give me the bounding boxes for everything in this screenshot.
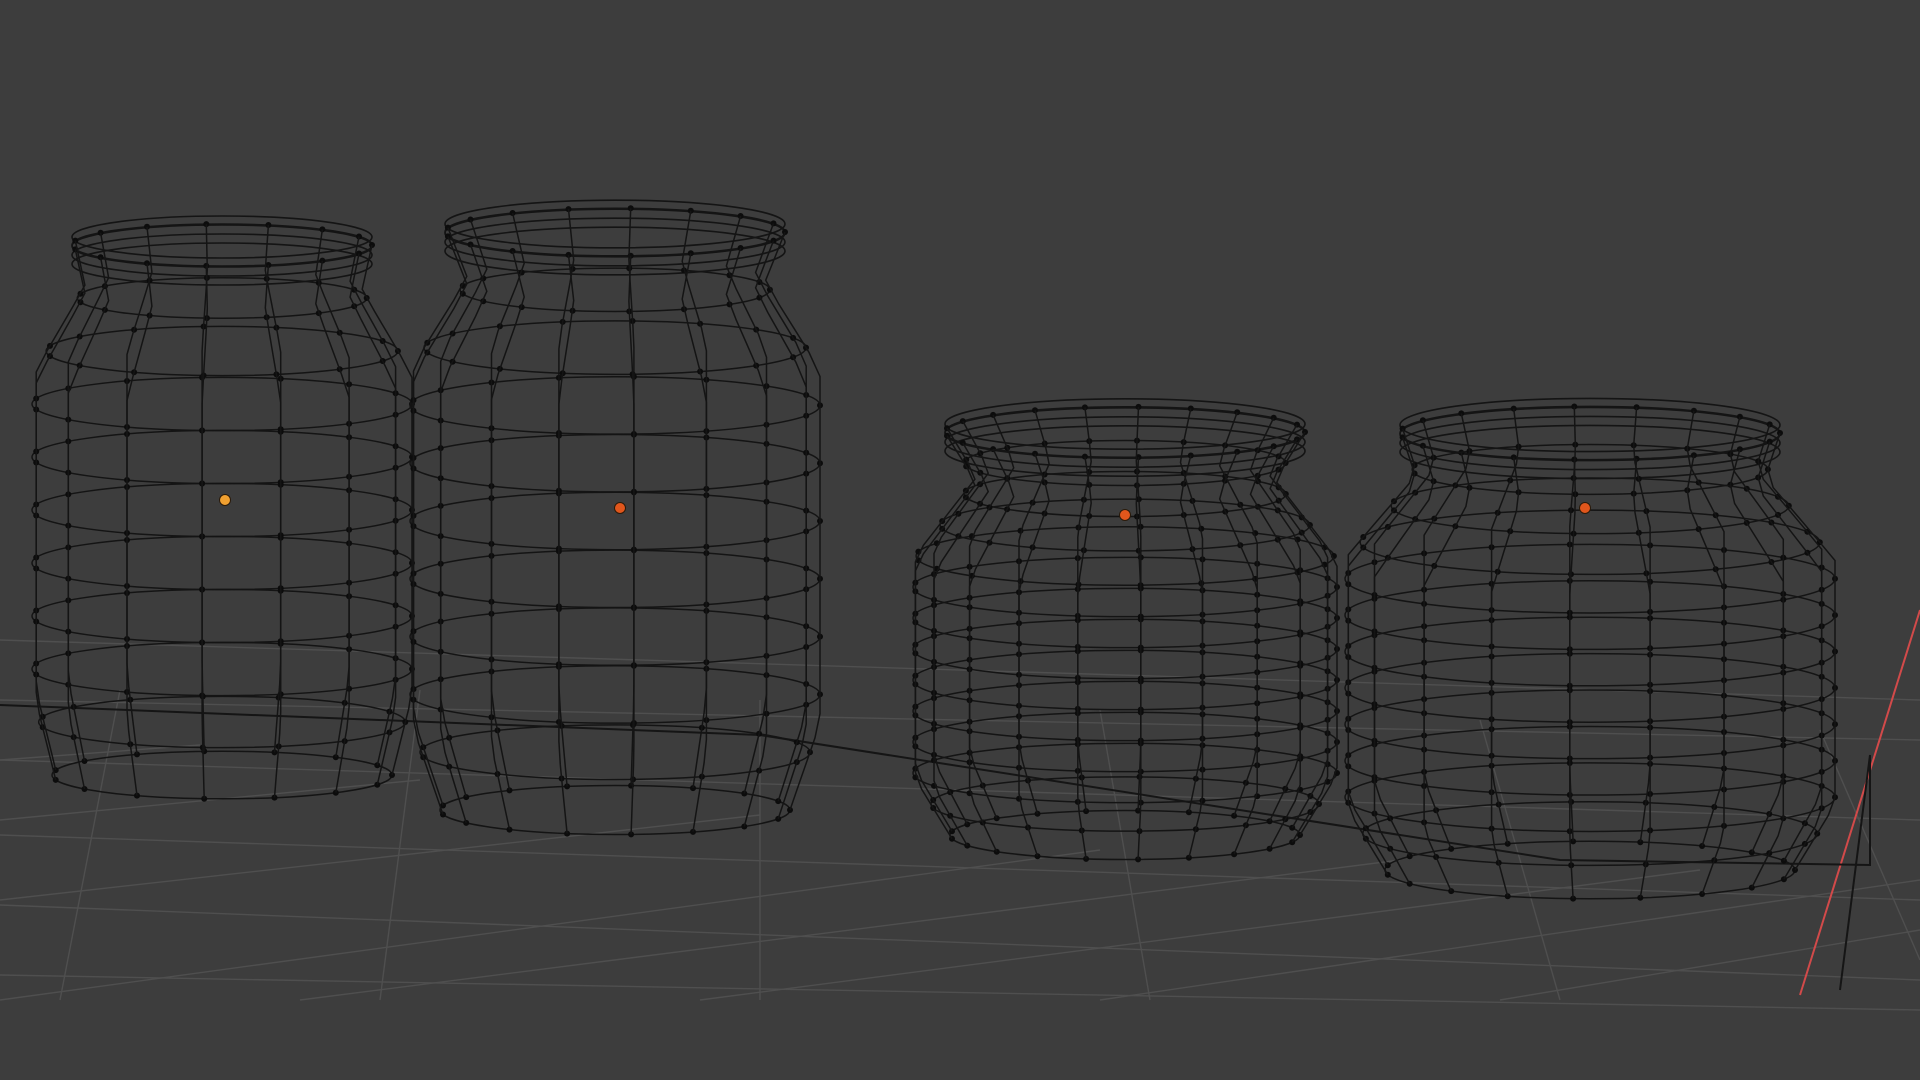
edge-ring [31, 535, 413, 591]
edge-ring [1344, 762, 1836, 833]
rim-ring [71, 215, 373, 259]
rim-ring [71, 242, 373, 286]
object-origin[interactable] [219, 494, 231, 506]
edge-rib [1179, 408, 1204, 813]
grid-line [0, 849, 1101, 1001]
edge-rib [764, 231, 821, 811]
edge-ring [1344, 616, 1836, 687]
edge-rib [1757, 424, 1823, 862]
edge-ring [409, 664, 821, 724]
edge-ring [939, 498, 1311, 552]
edge-ring [409, 375, 821, 435]
edge-rib [264, 224, 282, 753]
jar-4[interactable] [1344, 397, 1838, 902]
rim-ring [444, 217, 786, 267]
edge-rib [1729, 416, 1785, 853]
edge-ring [45, 325, 399, 377]
edge-rib [681, 210, 708, 789]
edge-ring [439, 784, 791, 836]
3d-viewport[interactable] [0, 0, 1920, 1080]
grid-line [0, 779, 421, 821]
edge-ring [409, 549, 821, 609]
edge-rib [1218, 451, 1258, 855]
edge-ring [930, 776, 1320, 832]
jar-2[interactable] [409, 199, 823, 838]
grid-line [1099, 709, 1151, 1001]
viewport-canvas[interactable] [0, 0, 1920, 1080]
floor-grid [0, 639, 1920, 1011]
edge-ring [71, 223, 373, 267]
rim-ring [71, 233, 373, 277]
edge-rib [1018, 409, 1050, 815]
edge-ring [419, 724, 811, 781]
edge-ring [1344, 725, 1836, 796]
edge-rib [754, 240, 807, 820]
edge-ring [915, 526, 1335, 586]
edge-rib [558, 209, 575, 787]
edge-rib [490, 212, 525, 791]
edge-ring [409, 491, 821, 551]
wireframe-objects[interactable] [31, 199, 1838, 902]
edge-ring [912, 680, 1338, 742]
edge-ring [1384, 840, 1796, 900]
rim-ring [1399, 415, 1781, 471]
edge-ring [1344, 580, 1836, 651]
grid-line [379, 689, 421, 1001]
edge-ring [31, 376, 413, 432]
object-origin[interactable] [1579, 502, 1591, 514]
grid-line [1499, 929, 1920, 1001]
edge-rib [558, 254, 575, 834]
edge-ring [444, 207, 786, 257]
edge-rib [264, 264, 282, 798]
edge-ring [31, 588, 413, 644]
edge-ring [912, 711, 1338, 773]
object-origin[interactable] [614, 502, 626, 514]
edge-ring [1362, 801, 1818, 867]
object-origin[interactable] [1119, 509, 1131, 521]
edge-rib [1347, 428, 1416, 866]
edge-ring [1344, 689, 1836, 760]
edge-rib [1018, 453, 1050, 857]
edge-rib [35, 240, 86, 771]
grid-line [699, 869, 1701, 1001]
edge-ring [31, 429, 413, 485]
edge-ring [912, 587, 1338, 649]
edge-ring [1359, 509, 1821, 576]
edge-rib [1686, 410, 1725, 847]
edge-rib [1077, 407, 1092, 812]
edge-rib [1569, 406, 1577, 842]
edge-ring [409, 433, 821, 493]
grid-line [0, 974, 1920, 1011]
edge-rib [1490, 408, 1520, 844]
edge-ring [31, 482, 413, 538]
edge-ring [912, 618, 1338, 680]
edge-ring [76, 276, 368, 320]
edge-ring [912, 742, 1338, 804]
edge-ring [1344, 652, 1836, 723]
edge-rib [349, 236, 397, 766]
edge-ring [31, 641, 413, 697]
grid-line [0, 699, 1920, 741]
edge-rib [126, 226, 153, 755]
edge-rib [681, 253, 708, 833]
x-axis-line [1799, 609, 1920, 996]
edge-rib [361, 244, 413, 776]
edge-rib [1423, 413, 1471, 850]
edge-ring [409, 607, 821, 667]
edge-ring [1344, 543, 1836, 614]
edge-rib [315, 260, 350, 793]
